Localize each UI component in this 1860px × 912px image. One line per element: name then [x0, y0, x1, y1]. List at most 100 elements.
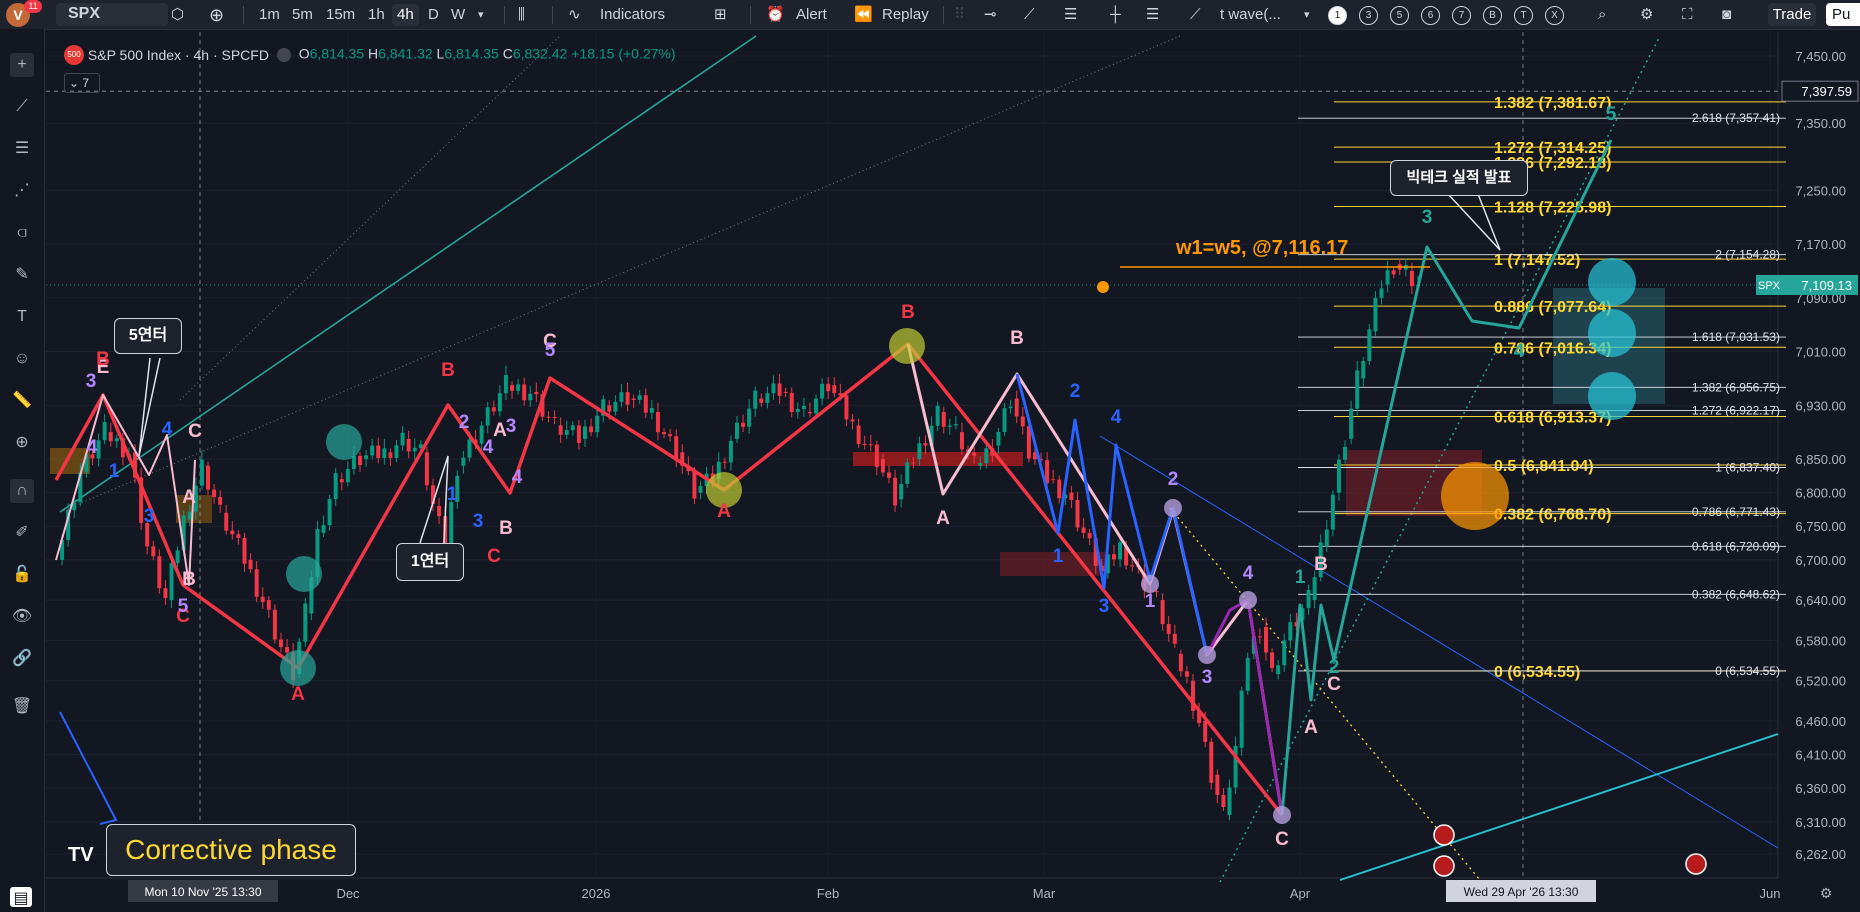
wave-label: 1	[1053, 546, 1064, 567]
note-bubble-5[interactable]: 5연터	[114, 318, 182, 354]
candle-body	[242, 537, 247, 564]
wave-degree-7[interactable]: 7	[1452, 6, 1471, 25]
legend-title[interactable]: S&P 500 Index · 4h · SPCFD	[88, 47, 269, 63]
chevron-down-icon[interactable]: ▾	[478, 4, 484, 26]
wave-degree-x[interactable]: X	[1545, 6, 1564, 25]
interval-w[interactable]: W	[451, 4, 465, 26]
wave-degree-1[interactable]: 1	[1328, 6, 1347, 25]
trend-line-icon[interactable]: ⟋	[10, 95, 34, 119]
trend-line-icon[interactable]: ⟋	[1024, 4, 1035, 26]
interval-1m[interactable]: 1m	[259, 4, 280, 26]
candle-body	[704, 473, 709, 487]
indicators-button[interactable]: Indicators	[600, 4, 665, 26]
candle-body	[181, 515, 186, 551]
note-bubble-bigtech[interactable]: 빅테크 실적 발표	[1390, 160, 1528, 196]
candle-body	[643, 395, 648, 413]
lock-drawing-icon[interactable]: ✐	[10, 521, 34, 545]
wave-label: 2	[1329, 657, 1340, 678]
compare-icon[interactable]: ⬡	[171, 4, 184, 26]
candle-body	[449, 502, 454, 547]
candle-body	[1251, 636, 1256, 654]
corrective-phase-label[interactable]: Corrective phase	[106, 824, 356, 876]
replay-icon[interactable]: ⏪	[854, 4, 873, 26]
fib-extension-icon[interactable]: ☰	[1146, 4, 1159, 26]
zoom-in-icon[interactable]: ⊕	[10, 431, 34, 455]
emoji-icon[interactable]: ☺	[10, 347, 34, 371]
fib-label-left: 1.128 (7,225.98)	[1494, 199, 1611, 216]
magnet-icon[interactable]: ∩	[10, 479, 34, 503]
wave-label: 4	[512, 467, 523, 488]
visibility-eye-icon[interactable]	[276, 48, 291, 62]
candle-body	[637, 395, 642, 400]
pivot-circle	[326, 424, 362, 460]
brush-icon[interactable]: ✎	[10, 263, 34, 287]
wave-degree-t[interactable]: T	[1514, 6, 1533, 25]
candle-body	[102, 422, 107, 441]
fullscreen-icon[interactable]: ⛶	[1682, 4, 1693, 26]
replay-button[interactable]: Replay	[882, 4, 929, 26]
candle-body	[1111, 554, 1116, 560]
chevron-down-icon[interactable]: ▾	[1304, 4, 1310, 26]
interval-d[interactable]: D	[428, 4, 439, 26]
fib-retracement-icon[interactable]: ☰	[1064, 4, 1077, 26]
camera-icon[interactable]: ◙	[1722, 4, 1731, 26]
interval-5m[interactable]: 5m	[292, 4, 313, 26]
forecast-icon[interactable]: ⫏	[10, 221, 34, 245]
trash-icon[interactable]: 🗑	[10, 695, 34, 719]
text-icon[interactable]: T	[10, 305, 34, 329]
link-icon[interactable]: 🔗	[10, 647, 34, 671]
pivot-circle-small	[1141, 575, 1159, 593]
candle-body	[826, 383, 831, 392]
horizontal-line-icon[interactable]: ⊸	[984, 4, 997, 26]
object-tree-icon[interactable]: ▤	[10, 887, 32, 907]
vertical-line-icon[interactable]: ┼	[1110, 4, 1121, 26]
wave-degree-6[interactable]: 6	[1421, 6, 1440, 25]
wave-label: B	[901, 302, 915, 323]
publish-button[interactable]: Pu	[1826, 3, 1860, 26]
interval-1h[interactable]: 1h	[368, 4, 385, 26]
candle-body	[1336, 459, 1341, 493]
candle-body	[1403, 264, 1408, 270]
alarm-marker	[1097, 281, 1109, 293]
lock-icon[interactable]: 🔓	[10, 563, 34, 587]
eye-icon[interactable]: 👁	[10, 605, 34, 629]
wave-label: 3	[86, 371, 97, 392]
drag-handle-icon[interactable]: ⠿	[954, 4, 965, 26]
y-tick-label: 6,850.00	[1795, 452, 1846, 467]
alert-button[interactable]: Alert	[796, 4, 827, 26]
drawing-template-name[interactable]: t wave(...	[1220, 4, 1281, 26]
interval-4h[interactable]: 4h	[392, 4, 419, 26]
pattern-icon[interactable]: ⋰	[10, 179, 34, 203]
magnifier-icon[interactable]: ⌕	[1598, 4, 1606, 26]
price-chart[interactable]: 7,450.00 7,350.00 7,250.00 7,170.00 7,090.00…	[0, 0, 1860, 912]
indicators-icon[interactable]: ∿	[568, 4, 581, 26]
candle-body	[303, 603, 308, 642]
candle-body	[1245, 657, 1250, 691]
candle-body	[126, 454, 131, 458]
ruler-icon[interactable]: 📏	[10, 389, 34, 413]
wave-label: 4	[162, 419, 173, 440]
y-tick-label: 6,460.00	[1795, 714, 1846, 729]
legend-collapse-button[interactable]: ⌄ 7	[64, 73, 100, 93]
note-bubble-1[interactable]: 1연터	[396, 543, 464, 581]
alarm-clock-icon[interactable]: ⏰	[766, 4, 785, 26]
candle-body	[753, 390, 758, 409]
candle-body	[1197, 710, 1202, 724]
fib-tool-icon[interactable]: ☰	[10, 137, 34, 161]
candles-icon[interactable]: ⫼	[518, 4, 525, 26]
settings-icon[interactable]: ⚙	[1640, 4, 1653, 26]
trade-button[interactable]: Trade	[1768, 3, 1816, 26]
candle-body	[570, 425, 575, 431]
wave-degree-b[interactable]: B	[1483, 6, 1502, 25]
wave-degree-3[interactable]: 3	[1359, 6, 1378, 25]
add-symbol-icon[interactable]: ⊕	[209, 4, 224, 26]
layout-grid-icon[interactable]: ⊞	[714, 4, 727, 26]
crosshair-icon[interactable]: +	[10, 53, 34, 77]
wave-degree-5[interactable]: 5	[1390, 6, 1409, 25]
interval-15m[interactable]: 15m	[326, 4, 355, 26]
symbol-search[interactable]: SPX	[56, 3, 168, 26]
elliott-wave-icon[interactable]: ⟋	[1190, 4, 1201, 26]
candle-body	[911, 462, 916, 464]
us-flag-event-icon	[1685, 853, 1707, 875]
teal-zone	[1553, 288, 1665, 404]
